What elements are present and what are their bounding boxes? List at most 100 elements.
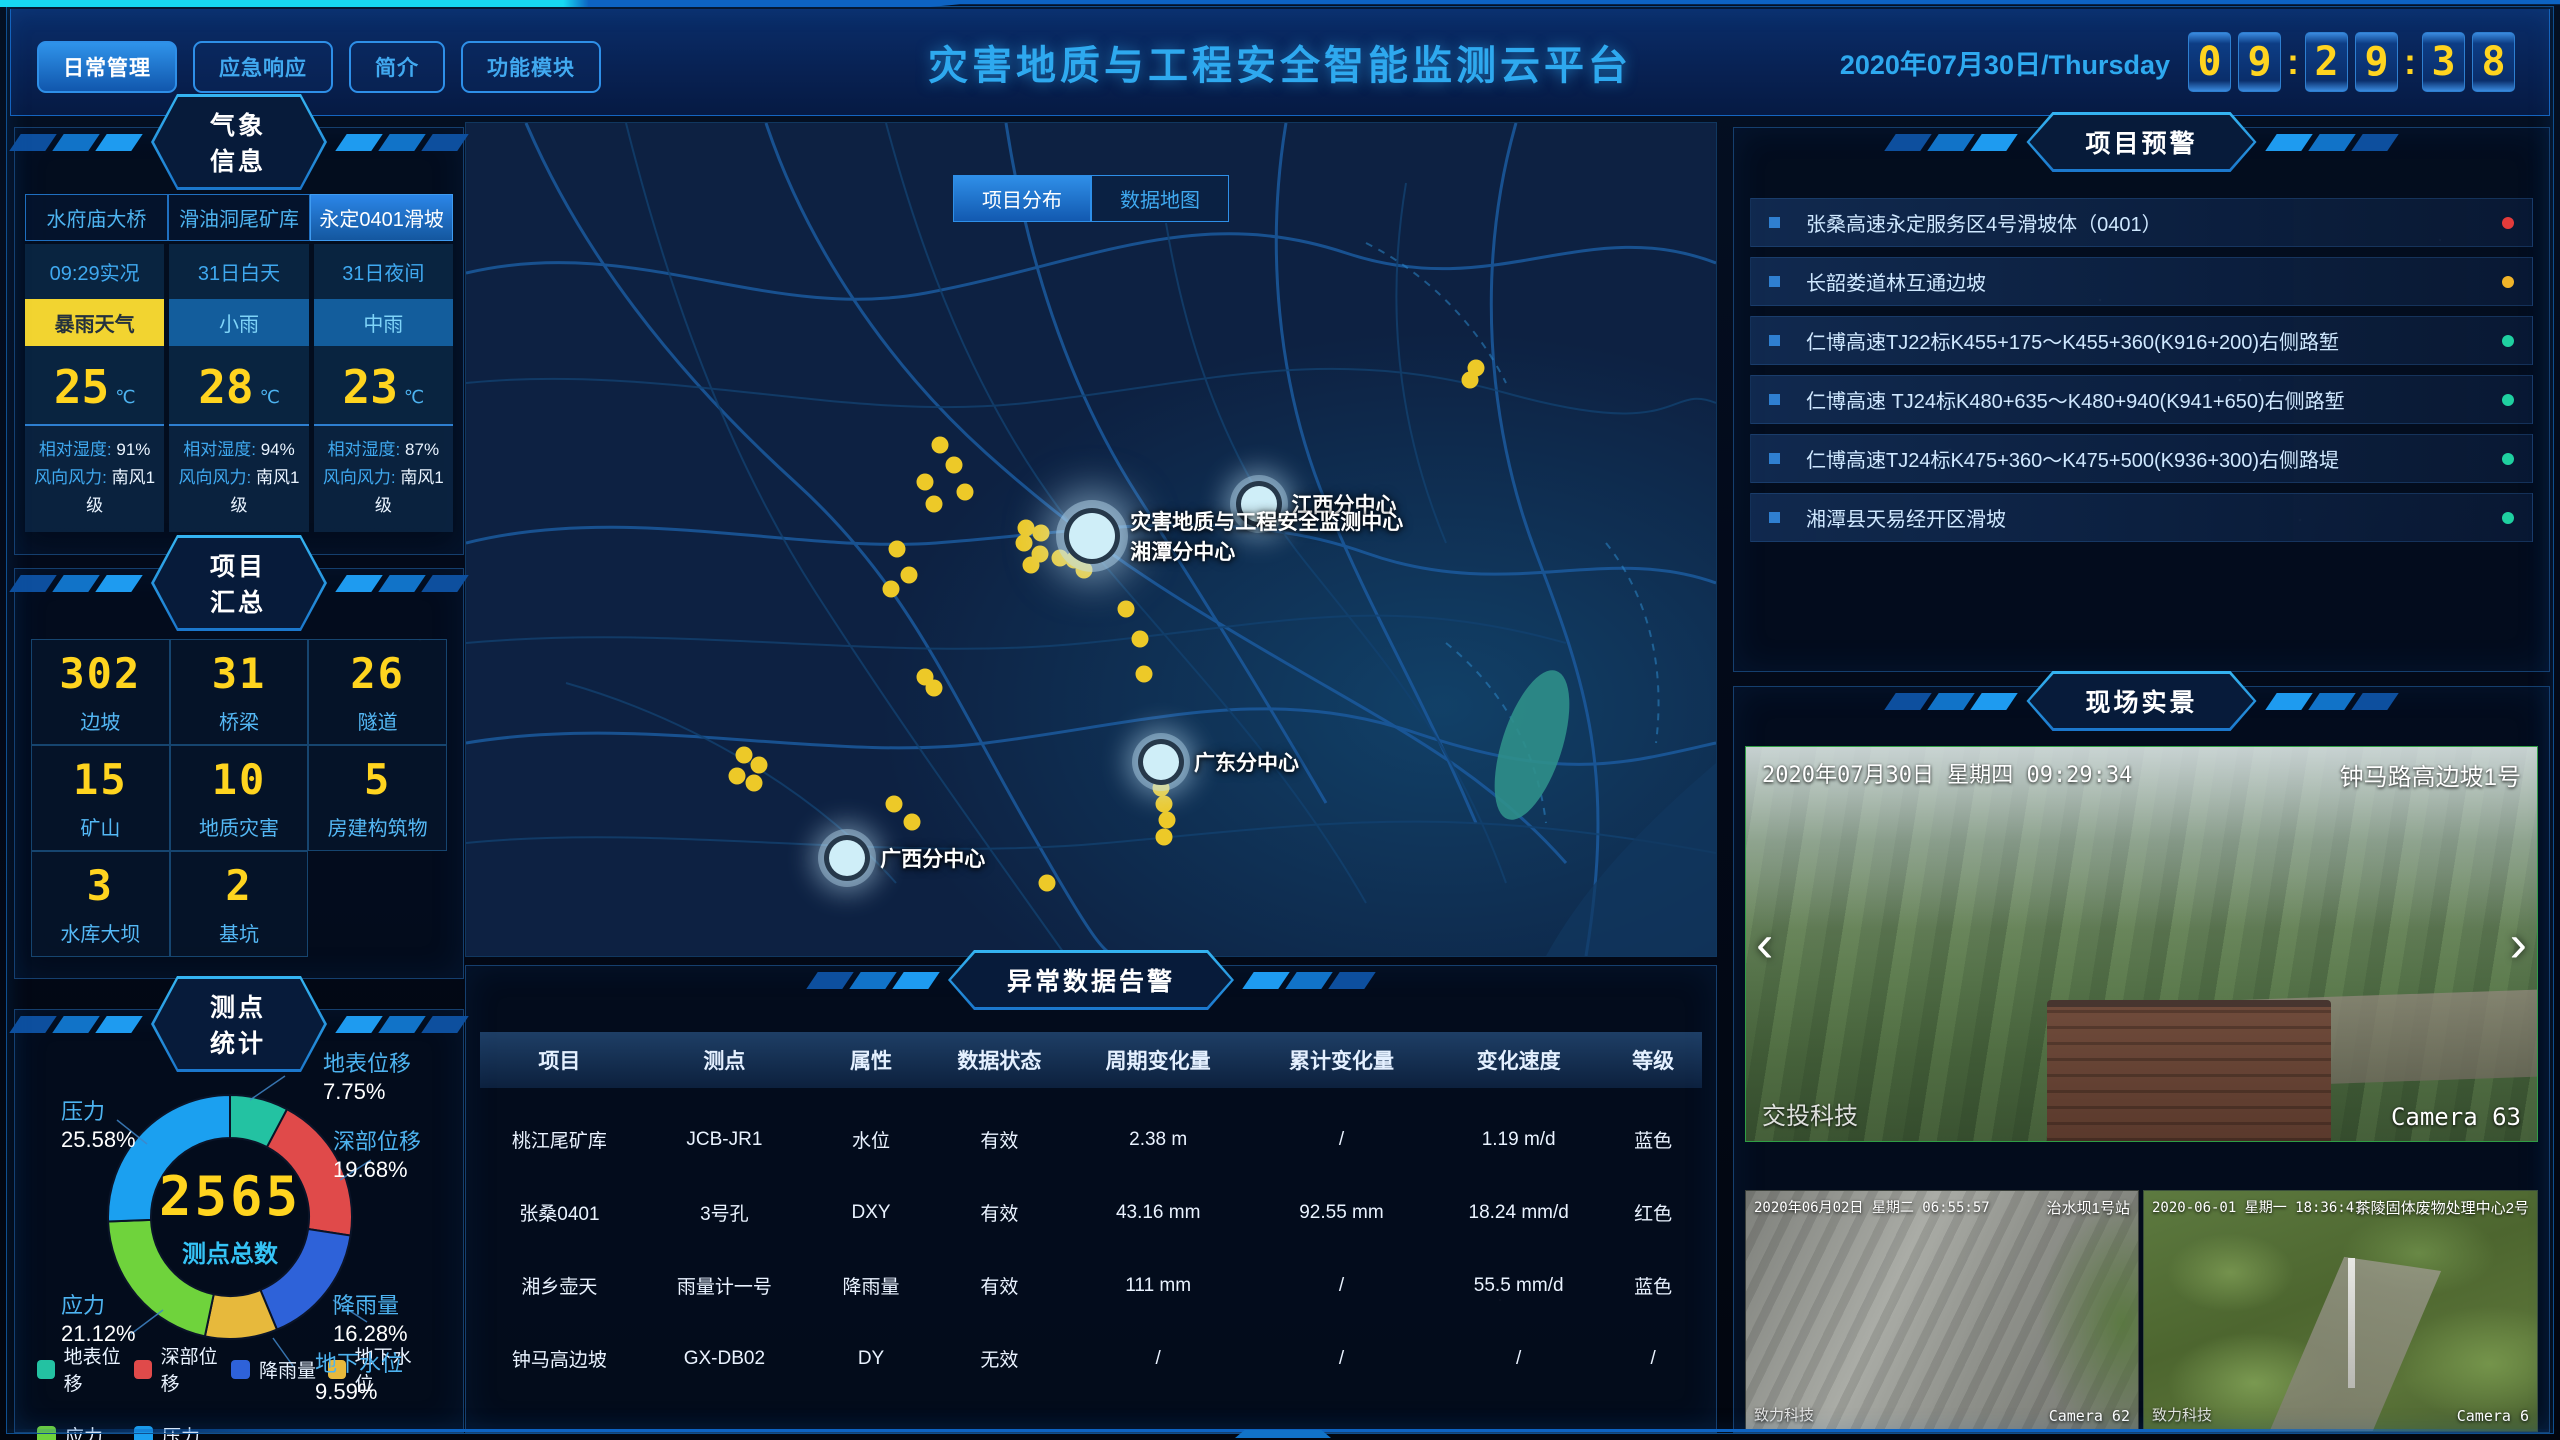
weather-column-1: 31日白天小雨28℃相对湿度: 94%风向风力: 南风1级 — [169, 244, 308, 532]
project-point-marker[interactable] — [889, 541, 906, 558]
alerts-cell: JCB-JR1 — [639, 1129, 810, 1151]
thumbnail-2-title: 茶陵固体废物处理中心2号 — [2356, 1197, 2529, 1218]
alerts-col-header-2: 属性 — [810, 1045, 932, 1075]
temp-unit: ℃ — [404, 387, 424, 407]
summary-item-基坑: 2基坑 — [170, 851, 309, 957]
alerts-table-row-4[interactable]: 钟马高边坡GX-DB02DY无效//// — [480, 1322, 1702, 1395]
donut-label-降雨量: 降雨量16.28% — [333, 1292, 408, 1347]
warning-row-2[interactable]: 仁博高速TJ22标K455+175～K455+360(K916+200)右侧路堑 — [1750, 316, 2533, 365]
project-point-marker[interactable] — [735, 747, 752, 764]
alerts-table-row-3[interactable]: 湘乡壶天雨量计一号降雨量有效111 mm/55.5 mm/d蓝色 — [480, 1249, 1702, 1322]
weather-tab-2[interactable]: 永定0401滑坡 — [310, 194, 453, 241]
legend-item-地表位移: 地表位移 — [37, 1342, 134, 1396]
center-marker-2[interactable]: 广东分中心 — [1138, 739, 1184, 785]
alerts-table-row-2[interactable]: 张桑04013号孔DXY有效43.16 mm92.55 mm18.24 mm/d… — [480, 1176, 1702, 1249]
map-tab-0[interactable]: 项目分布 — [953, 175, 1091, 222]
point-stats-panel: 测点统计 2565 测点总数 地表位移7.75%深部位移19.68%降雨量16.… — [14, 1009, 464, 1433]
live-panel-title: 现场实景 — [2029, 674, 2253, 728]
project-point-marker[interactable] — [945, 456, 962, 473]
project-point-marker[interactable] — [900, 567, 917, 584]
warning-row-5[interactable]: 湘潭县天易经开区滑坡 — [1750, 493, 2533, 542]
warning-row-1[interactable]: 长韶娄道林互通边坡 — [1750, 257, 2533, 306]
header-deco-right — [2271, 134, 2393, 151]
project-point-marker[interactable] — [1075, 562, 1092, 579]
project-point-marker[interactable] — [1039, 874, 1056, 891]
weather-tab-0[interactable]: 水府庙大桥 — [25, 194, 168, 241]
warning-label: 长韶娄道林互通边坡 — [1806, 267, 2490, 296]
alerts-cell: 3号孔 — [639, 1199, 810, 1226]
alerts-col-header-4: 周期变化量 — [1067, 1045, 1250, 1075]
clock-colon: : — [2287, 41, 2299, 83]
alerts-cell: 43.16 mm — [1067, 1202, 1250, 1224]
project-point-marker[interactable] — [883, 580, 900, 597]
center-marker-label: 广西分中心 — [880, 843, 985, 873]
alerts-table-row-1[interactable]: 桃江尾矿库JCB-JR1水位有效2.38 m/1.19 m/d蓝色 — [480, 1103, 1702, 1176]
camera-thumbnail-2[interactable]: 2020-06-01 星期一 18:36:41 茶陵固体废物处理中心2号 致力科… — [2143, 1190, 2538, 1432]
alerts-cell: 有效 — [932, 1126, 1066, 1153]
project-point-marker[interactable] — [904, 813, 921, 830]
project-point-marker[interactable] — [885, 796, 902, 813]
warning-status-dot — [2502, 512, 2514, 524]
project-point-marker[interactable] — [925, 679, 942, 696]
project-point-marker[interactable] — [1155, 796, 1172, 813]
warning-row-0[interactable]: 张桑高速永定服务区4号滑坡体（0401） — [1750, 198, 2533, 247]
nav-button-1[interactable]: 应急响应 — [193, 41, 333, 93]
project-point-marker[interactable] — [1118, 601, 1135, 618]
project-point-marker[interactable] — [1155, 828, 1172, 845]
camera-next-icon[interactable]: › — [2510, 918, 2527, 970]
center-marker-3[interactable]: 广西分中心 — [824, 835, 870, 881]
warning-status-dot — [2502, 335, 2514, 347]
alerts-table-row-0[interactable]: 谭家山煤矿4号孔DXY有效10.12 mm15.975.46 mm/d橙色 — [480, 1088, 1702, 1103]
project-point-marker[interactable] — [1159, 812, 1176, 829]
main-camera-view[interactable]: 2020年07月30日 星期四 09:29:34 钟马路高边坡1号 交投科技 C… — [1745, 746, 2538, 1142]
alerts-col-header-6: 变化速度 — [1433, 1045, 1604, 1075]
project-point-marker[interactable] — [1033, 524, 1050, 541]
warning-row-3[interactable]: 仁博高速 TJ24标K480+635～K480+940(K941+650)右侧路… — [1750, 375, 2533, 424]
project-map[interactable]: 项目分布数据地图 江西分中心灾害地质与工程安全监测中心湘潭分中心广东分中心广西分… — [465, 122, 1717, 957]
project-point-marker[interactable] — [1461, 371, 1478, 388]
alerts-cell: 蓝色 — [1604, 1126, 1702, 1153]
weather-temperature: 25℃ — [25, 346, 164, 424]
project-point-marker[interactable] — [1015, 534, 1032, 551]
header-bar: 日常管理应急响应简介功能模块 灾害地质与工程安全智能监测云平台 2020年07月… — [10, 9, 2550, 116]
nav-button-2[interactable]: 简介 — [349, 41, 445, 93]
project-point-marker[interactable] — [1135, 665, 1152, 682]
project-point-marker[interactable] — [729, 768, 746, 785]
project-point-marker[interactable] — [925, 495, 942, 512]
alerts-cell: 有效 — [932, 1272, 1066, 1299]
weather-humidity-wind: 相对湿度: 91%风向风力: 南风1级 — [25, 424, 164, 532]
weather-humidity-wind: 相对湿度: 87%风向风力: 南风1级 — [314, 424, 453, 532]
alerts-cell: DY — [810, 1348, 932, 1370]
camera-thumbnail-1[interactable]: 2020年06月02日 星期二 06:55:57 治水坝1号站 致力科技 Cam… — [1745, 1190, 2139, 1432]
project-point-marker[interactable] — [931, 436, 948, 453]
map-tab-1[interactable]: 数据地图 — [1091, 175, 1229, 222]
project-point-marker[interactable] — [956, 484, 973, 501]
project-point-marker[interactable] — [916, 474, 933, 491]
alerts-cell: / — [1433, 1348, 1604, 1370]
center-marker-ring — [1138, 739, 1184, 785]
nav-button-0[interactable]: 日常管理 — [37, 41, 177, 93]
nav-button-3[interactable]: 功能模块 — [461, 41, 601, 93]
header-deco-right — [341, 134, 463, 151]
project-point-marker[interactable] — [1131, 631, 1148, 648]
alerts-table-body[interactable]: 谭家山煤矿4号孔DXY有效10.12 mm15.975.46 mm/d橙色桃江尾… — [480, 1088, 1702, 1422]
camera-prev-icon[interactable]: ‹ — [1756, 918, 1773, 970]
warning-row-4[interactable]: 仁博高速TJ24标K475+360～K475+500(K936+300)右侧路堤 — [1750, 434, 2533, 483]
alerts-cell: 湘乡壶天 — [480, 1272, 639, 1299]
temp-unit: ℃ — [260, 387, 280, 407]
project-point-marker[interactable] — [750, 757, 767, 774]
alerts-cell: DXY — [810, 1202, 932, 1224]
project-point-marker[interactable] — [745, 774, 762, 791]
thumbnail-1-camera-id: Camera 62 — [2049, 1407, 2130, 1425]
thumbnail-1-image — [1746, 1191, 2138, 1431]
weather-column-0: 09:29实况暴雨天气25℃相对湿度: 91%风向风力: 南风1级 — [25, 244, 164, 532]
alerts-table-row-5[interactable]: 张桑0401ZS0401-DB1DXY有效8.86 mm23.16mm3.83 … — [480, 1395, 1702, 1422]
summary-item-桥梁: 31桥梁 — [170, 639, 309, 745]
alerts-cell: 111 mm — [1067, 1275, 1250, 1297]
alerts-cell: 18.24 mm/d — [1433, 1202, 1604, 1224]
weather-panel: 气象信息 水府庙大桥滑油洞尾矿库永定0401滑坡 09:29实况暴雨天气25℃相… — [14, 127, 464, 555]
project-point-marker[interactable] — [1023, 557, 1040, 574]
center-marker-1[interactable]: 灾害地质与工程安全监测中心湘潭分中心 — [1064, 508, 1120, 564]
alerts-cell: 雨量计一号 — [639, 1272, 810, 1299]
weather-tab-1[interactable]: 滑油洞尾矿库 — [168, 194, 311, 241]
